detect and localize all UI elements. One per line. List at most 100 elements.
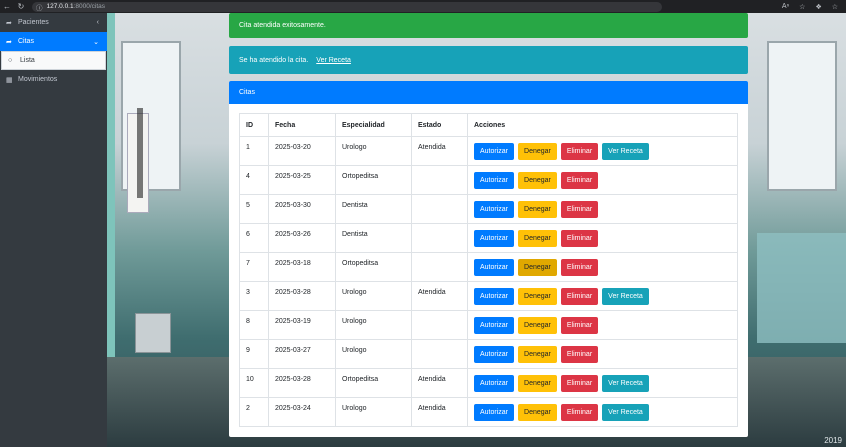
table-row: 3 2025-03-28 Urologo Atendida Autorizar Deneg… — [239, 281, 738, 311]
cell-actions: Autorizar Denegar Eliminar — [467, 223, 738, 253]
chevron-left-icon: ‹ — [96, 19, 99, 26]
delete-button[interactable]: Eliminar — [560, 316, 599, 334]
cell-fecha: 2025-03-27 — [268, 339, 336, 369]
authorize-button[interactable]: Autorizar — [474, 287, 515, 305]
chevron-down-icon: ⌄ — [93, 38, 99, 46]
extensions-icon[interactable]: ❖ — [815, 3, 821, 11]
cell-especialidad: Dentista — [335, 223, 412, 253]
table-row: 10 2025-03-28 Ortopeditsa Atendida Autorizar… — [239, 368, 738, 398]
cell-actions: Autorizar Denegar Eliminar Ver Receta — [467, 281, 738, 311]
cell-actions: Autorizar Denegar Eliminar — [467, 194, 738, 224]
url-path: :8000/citas — [73, 3, 106, 10]
cell-fecha: 2025-03-25 — [268, 165, 336, 195]
sidebar-item-movimientos[interactable]: ▦ Movimientos — [0, 70, 107, 89]
cell-fecha: 2025-03-20 — [268, 136, 336, 166]
authorize-button[interactable]: Autorizar — [474, 200, 515, 218]
authorize-button[interactable]: Autorizar — [474, 403, 515, 421]
authorize-button[interactable]: Autorizar — [474, 374, 515, 392]
view-prescription-button[interactable]: Ver Receta — [602, 403, 649, 421]
deny-button[interactable]: Denegar — [518, 403, 557, 421]
reload-icon[interactable]: ↻ — [14, 0, 28, 13]
sidebar: ➦ Pacientes ‹ ➦ Citas ⌄ ○ Lista ▦ Movimi… — [0, 13, 107, 447]
view-prescription-button[interactable]: Ver Receta — [602, 374, 649, 392]
file-icon: ▦ — [6, 76, 13, 84]
cell-especialidad: Urologo — [335, 397, 412, 427]
cell-id: 8 — [239, 310, 269, 340]
delete-button[interactable]: Eliminar — [560, 287, 599, 305]
delete-button[interactable]: Eliminar — [560, 403, 599, 421]
column-header-acciones: Acciones — [467, 113, 738, 137]
deny-button[interactable]: Denegar — [518, 258, 557, 276]
deny-button[interactable]: Denegar — [518, 316, 557, 334]
cell-id: 2 — [239, 397, 269, 427]
view-prescription-button[interactable]: Ver Receta — [602, 287, 649, 305]
deny-button[interactable]: Denegar — [518, 374, 557, 392]
view-prescription-button[interactable]: Ver Receta — [602, 142, 649, 160]
delete-button[interactable]: Eliminar — [560, 200, 599, 218]
card-title: Citas — [229, 81, 748, 104]
deny-button[interactable]: Denegar — [518, 287, 557, 305]
share-icon: ➦ — [6, 19, 12, 27]
authorize-button[interactable]: Autorizar — [474, 142, 515, 160]
deny-button[interactable]: Denegar — [518, 345, 557, 363]
sidebar-item-label: Lista — [20, 57, 35, 64]
cell-fecha: 2025-03-26 — [268, 223, 336, 253]
table-row: 8 2025-03-19 Urologo Autorizar Denegar Elimin… — [239, 310, 738, 340]
cell-estado: Atendida — [411, 397, 468, 427]
sidebar-item-citas[interactable]: ➦ Citas ⌄ — [0, 32, 107, 51]
cell-especialidad: Urologo — [335, 339, 412, 369]
cell-id: 6 — [239, 223, 269, 253]
cell-fecha: 2025-03-24 — [268, 397, 336, 427]
browser-toolbar: ← ↻ ⓘ 127.0.0.1 :8000/citas Aⁿ ☆ ❖ ☆ — [0, 0, 846, 13]
read-aloud-icon[interactable]: Aⁿ — [782, 3, 789, 11]
delete-button[interactable]: Eliminar — [560, 229, 599, 247]
cell-especialidad: Ortopeditsa — [335, 252, 412, 282]
cell-actions: Autorizar Denegar Eliminar Ver Receta — [467, 397, 738, 427]
background-skeleton — [137, 108, 143, 198]
sidebar-item-label: Citas — [18, 38, 34, 45]
table-row: 4 2025-03-25 Ortopeditsa Autorizar Denegar El… — [239, 165, 738, 195]
cell-actions: Autorizar Denegar Eliminar — [467, 165, 738, 195]
authorize-button[interactable]: Autorizar — [474, 258, 515, 276]
back-icon[interactable]: ← — [0, 0, 14, 13]
sidebar-item-label: Movimientos — [18, 76, 58, 83]
authorize-button[interactable]: Autorizar — [474, 345, 515, 363]
deny-button[interactable]: Denegar — [518, 142, 557, 160]
authorize-button[interactable]: Autorizar — [474, 229, 515, 247]
cell-especialidad: Dentista — [335, 194, 412, 224]
cell-id: 3 — [239, 281, 269, 311]
delete-button[interactable]: Eliminar — [560, 345, 599, 363]
cell-especialidad: Ortopeditsa — [335, 165, 412, 195]
delete-button[interactable]: Eliminar — [560, 171, 599, 189]
favorite-icon[interactable]: ☆ — [799, 3, 805, 11]
sidebar-item-lista[interactable]: ○ Lista — [1, 51, 106, 70]
sidebar-item-pacientes[interactable]: ➦ Pacientes ‹ — [0, 13, 107, 32]
delete-button[interactable]: Eliminar — [560, 374, 599, 392]
cell-especialidad: Urologo — [335, 136, 412, 166]
authorize-button[interactable]: Autorizar — [474, 171, 515, 189]
deny-button[interactable]: Denegar — [518, 229, 557, 247]
circle-icon: ○ — [8, 57, 13, 64]
cell-fecha: 2025-03-28 — [268, 281, 336, 311]
cell-estado — [411, 252, 468, 282]
cell-actions: Autorizar Denegar Eliminar — [467, 310, 738, 340]
delete-button[interactable]: Eliminar — [560, 258, 599, 276]
collections-icon[interactable]: ☆ — [832, 3, 838, 11]
cell-fecha: 2025-03-30 — [268, 194, 336, 224]
background-window — [767, 41, 837, 191]
deny-button[interactable]: Denegar — [518, 200, 557, 218]
delete-button[interactable]: Eliminar — [560, 142, 599, 160]
info-alert-text: Se ha atendido la cita. — [239, 56, 309, 64]
column-header-fecha: Fecha — [268, 113, 336, 137]
address-bar[interactable]: ⓘ 127.0.0.1 :8000/citas — [32, 1, 662, 12]
table-header-row: ID Fecha Especialidad Estado Acciones — [239, 113, 738, 137]
column-header-estado: Estado — [411, 113, 468, 137]
authorize-button[interactable]: Autorizar — [474, 316, 515, 334]
view-prescription-link[interactable]: Ver Receta — [316, 57, 351, 64]
table-row: 5 2025-03-30 Dentista Autorizar Denegar Elimi… — [239, 194, 738, 224]
success-alert: Cita atendida exitosamente. — [229, 13, 748, 38]
cell-actions: Autorizar Denegar Eliminar — [467, 339, 738, 369]
deny-button[interactable]: Denegar — [518, 171, 557, 189]
cell-estado: Atendida — [411, 281, 468, 311]
info-icon: ⓘ — [36, 4, 43, 12]
